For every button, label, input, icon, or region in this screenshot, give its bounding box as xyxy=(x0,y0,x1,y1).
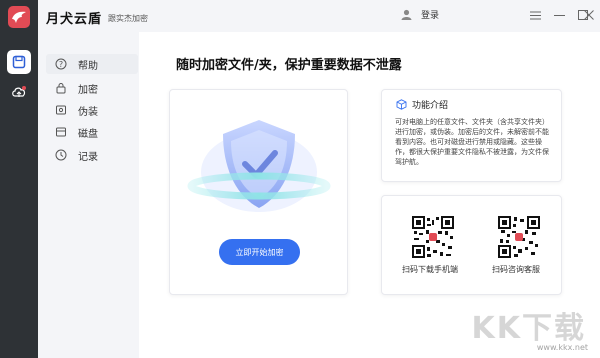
help-icon: ? xyxy=(54,57,68,71)
rail-save-button[interactable] xyxy=(7,50,31,74)
disguise-icon xyxy=(54,103,68,117)
feature-description: 可对电脑上的任意文件、文件夹（含共享文件夹）进行加密，或伪装。加密后的文件，未解… xyxy=(395,118,549,166)
lock-icon xyxy=(54,81,68,95)
sidebar-item-disguise[interactable]: 伪装 xyxy=(46,100,138,120)
sidebar-nav: ? 帮助 加密 伪装 磁盘 记录 xyxy=(38,46,139,358)
cube-icon xyxy=(396,99,407,110)
menu-icon xyxy=(529,11,541,19)
close-window-button[interactable] xyxy=(583,9,595,21)
rail-cloud-button[interactable] xyxy=(7,80,31,104)
watermark-logo: KK下载 xyxy=(471,311,586,346)
qr-code-service-icon xyxy=(498,216,540,258)
sidebar-item-label: 加密 xyxy=(78,84,98,96)
left-rail xyxy=(0,0,38,358)
watermark-url: www.kkx.net xyxy=(536,343,588,352)
app-subtitle: 跟实杰加密 xyxy=(108,14,148,23)
feature-heading: 功能介绍 xyxy=(396,98,448,111)
feature-card: 功能介绍 可对电脑上的任意文件、文件夹（含共享文件夹）进行加密，或伪装。加密后的… xyxy=(381,89,562,182)
shield-illustration-icon xyxy=(187,120,331,212)
qr-code-download-icon xyxy=(412,216,454,258)
minimize-button[interactable] xyxy=(553,9,565,21)
minimize-icon xyxy=(553,14,565,16)
sidebar-item-disk[interactable]: 磁盘 xyxy=(46,122,138,142)
title-bar-controls: 登录 xyxy=(380,0,600,32)
login-label: 登录 xyxy=(421,11,440,21)
qr-card: 扫码下载手机端 扫码咨询客服 xyxy=(381,195,562,295)
page-title: 随时加密文件/夹，保护重要数据不泄露 xyxy=(176,58,402,73)
cloud-icon xyxy=(12,86,26,97)
user-icon xyxy=(400,8,413,21)
sidebar-item-label: 伪装 xyxy=(78,106,98,118)
login-button[interactable]: 登录 xyxy=(400,8,439,21)
sidebar-item-encrypt[interactable]: 加密 xyxy=(46,78,138,98)
close-icon xyxy=(584,10,594,20)
sidebar-item-label: 记录 xyxy=(78,151,98,163)
encrypt-card: 立即开始加密 xyxy=(169,89,348,295)
sidebar-item-label: 磁盘 xyxy=(78,128,98,140)
save-icon xyxy=(12,55,26,69)
menu-button[interactable] xyxy=(529,9,541,21)
qr-label-service: 扫码咨询客服 xyxy=(492,265,540,274)
start-encrypt-button[interactable]: 立即开始加密 xyxy=(219,239,300,265)
sidebar-item-help[interactable]: ? 帮助 xyxy=(46,54,138,74)
app-title: 月犬云盾 xyxy=(46,12,103,27)
disk-icon xyxy=(54,125,68,139)
app-logo-icon xyxy=(8,6,30,28)
feature-title: 功能介绍 xyxy=(412,101,449,111)
svg-text:?: ? xyxy=(59,60,63,69)
qr-label-download: 扫码下载手机端 xyxy=(402,265,458,274)
clock-icon xyxy=(54,148,68,162)
sidebar-item-label: 帮助 xyxy=(78,60,98,72)
sidebar-item-records[interactable]: 记录 xyxy=(46,145,138,165)
